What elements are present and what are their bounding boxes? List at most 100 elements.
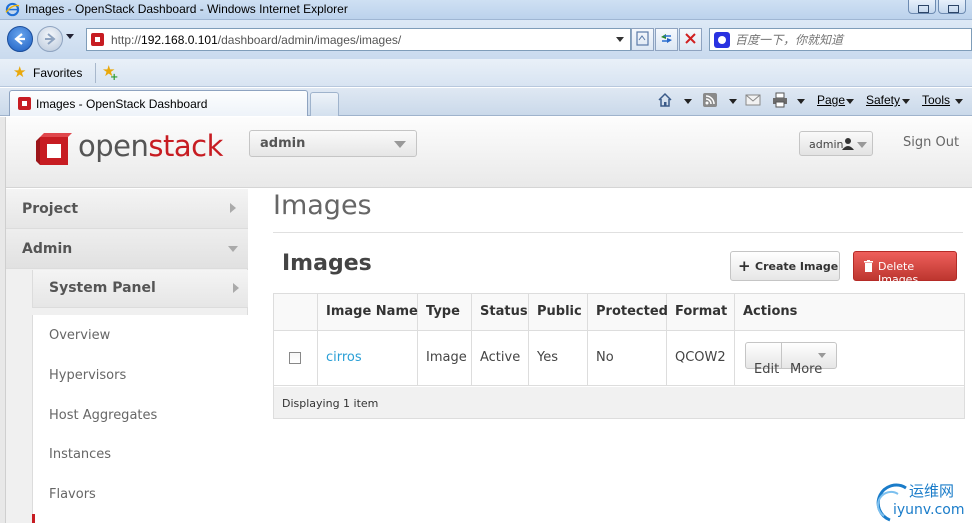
tools-menu[interactable]: Tools	[922, 93, 950, 107]
sidebar-item-instances[interactable]: Instances	[32, 434, 248, 474]
sidebar-item-images[interactable]	[32, 514, 248, 523]
favorites-star-icon[interactable]: ★	[13, 65, 26, 80]
user-name: admin	[809, 138, 844, 151]
tab-title: Images - OpenStack Dashboard	[36, 97, 208, 111]
edit-image-button[interactable]: Edit	[745, 342, 782, 377]
window-titlebar: Images - OpenStack Dashboard - Windows I…	[0, 0, 972, 20]
history-dropdown-icon[interactable]	[66, 34, 74, 39]
sidebar-item-admin[interactable]: Admin	[6, 229, 248, 269]
maximize-button[interactable]	[938, 0, 966, 14]
forward-button[interactable]	[37, 26, 63, 52]
column-header-protected[interactable]: Protected	[588, 294, 668, 330]
column-header-type[interactable]: Type	[418, 294, 472, 330]
ie-logo-icon	[5, 2, 20, 17]
sidebar-item-hypervisors[interactable]: Hypervisors	[32, 355, 248, 395]
table-title: Images	[282, 251, 372, 276]
create-image-button[interactable]: + Create Image	[730, 251, 840, 281]
tab-images-dashboard[interactable]: Images - OpenStack Dashboard	[9, 90, 308, 116]
delete-images-button[interactable]: Delete Images	[853, 251, 957, 286]
tools-menu-label: Tools	[922, 93, 951, 107]
safety-menu[interactable]: Safety	[866, 93, 900, 107]
address-dropdown-icon[interactable]	[616, 37, 624, 42]
sidebar-item-host-aggregates[interactable]: Host Aggregates	[32, 395, 248, 435]
tools-dropdown-icon[interactable]	[955, 99, 963, 104]
refresh-button[interactable]	[655, 28, 678, 51]
wordmark-stack: stack	[148, 129, 223, 163]
favorites-button[interactable]: Favorites	[33, 66, 82, 80]
image-name-link[interactable]: cirros	[326, 350, 362, 365]
feeds-icon[interactable]	[702, 92, 718, 108]
back-button[interactable]	[7, 26, 33, 52]
chevron-down-icon	[394, 141, 406, 148]
forward-arrow-icon	[45, 33, 56, 45]
home-icon[interactable]	[657, 92, 673, 108]
cell-public: Yes	[529, 331, 588, 385]
images-table: Image Name Type Status Public Protected …	[273, 293, 965, 419]
column-header-label: Type	[426, 304, 460, 319]
favorites-bar: ★ Favorites ★	[0, 59, 972, 87]
sign-out-link[interactable]: Sign Out	[903, 135, 959, 150]
sidebar-item-system-panel[interactable]: System Panel	[32, 270, 248, 308]
print-icon[interactable]	[772, 92, 788, 108]
item-count: Displaying 1 item	[282, 397, 379, 410]
column-header-public[interactable]: Public	[529, 294, 588, 330]
new-tab-button[interactable]	[310, 92, 339, 116]
table-header-row: Image Name Type Status Public Protected …	[274, 294, 964, 331]
sidebar-item-label: Flavors	[49, 487, 96, 502]
column-header-image-name[interactable]: Image Name	[318, 294, 418, 330]
page-menu-label: Page	[817, 93, 846, 107]
tab-bar: Images - OpenStack Dashboard Page Safety…	[0, 88, 972, 116]
select-all-header	[274, 294, 318, 330]
table-footer: Displaying 1 item	[274, 387, 964, 418]
feeds-dropdown-icon[interactable]	[729, 99, 737, 104]
safety-dropdown-icon[interactable]	[902, 99, 910, 104]
user-menu-button[interactable]: admin	[799, 131, 873, 156]
address-url[interactable]: http://192.168.0.101/dashboard/admin/ima…	[111, 33, 401, 47]
project-switcher-value: admin	[260, 136, 306, 151]
compatibility-view-button[interactable]	[631, 28, 654, 51]
baidu-icon	[714, 32, 730, 48]
page-dropdown-icon[interactable]	[846, 99, 854, 104]
page-menu[interactable]: Page	[817, 93, 845, 107]
print-dropdown-icon[interactable]	[797, 99, 805, 104]
stop-button[interactable]	[679, 28, 702, 51]
more-actions-button[interactable]: More	[781, 342, 837, 377]
sidebar-item-project[interactable]: Project	[6, 189, 248, 229]
sidebar-item-label: Overview	[49, 328, 111, 343]
column-header-status[interactable]: Status	[472, 294, 529, 330]
column-header-label: Format	[675, 304, 728, 319]
cell-value: Active	[480, 350, 521, 365]
openstack-wordmark[interactable]: openstack	[78, 129, 223, 163]
address-bar[interactable]: http://192.168.0.101/dashboard/admin/ima…	[86, 28, 631, 51]
cell-status: Active	[472, 331, 529, 385]
add-favorite-icon[interactable]: ★	[102, 64, 119, 86]
page-viewport: openstack admin admin Sign Out Project A…	[0, 117, 972, 523]
sidebar-item-label: Instances	[49, 447, 112, 462]
openstack-logo-icon[interactable]	[34, 131, 74, 171]
column-header-label: Actions	[743, 304, 798, 319]
search-box[interactable]	[709, 28, 972, 51]
page-title: Images	[273, 190, 372, 221]
sidebar-item-flavors[interactable]: Flavors	[32, 474, 248, 514]
sidebar-item-overview[interactable]: Overview	[32, 315, 248, 355]
user-icon	[842, 138, 854, 150]
cell-format: QCOW2	[667, 331, 735, 385]
create-image-label: Create Image	[755, 260, 839, 273]
row-checkbox[interactable]	[289, 352, 301, 364]
home-dropdown-icon[interactable]	[684, 99, 692, 104]
project-switcher[interactable]: admin	[249, 130, 417, 157]
more-label: More	[790, 362, 823, 377]
column-header-label: Image Name	[326, 304, 418, 319]
chevron-down-icon	[228, 246, 238, 252]
chevron-right-icon	[230, 203, 236, 213]
mail-icon[interactable]	[745, 92, 761, 108]
url-host: 192.168.0.101	[141, 33, 218, 47]
chevron-down-icon	[857, 142, 867, 148]
wordmark-open: open	[78, 129, 149, 163]
chevron-down-icon	[818, 353, 826, 358]
column-header-format[interactable]: Format	[667, 294, 735, 330]
cell-value: No	[596, 350, 614, 365]
table-row: cirros Image Active Yes No QCOW2 Edit Mo…	[274, 331, 964, 386]
search-input[interactable]	[735, 31, 965, 48]
minimize-button[interactable]	[908, 0, 936, 14]
